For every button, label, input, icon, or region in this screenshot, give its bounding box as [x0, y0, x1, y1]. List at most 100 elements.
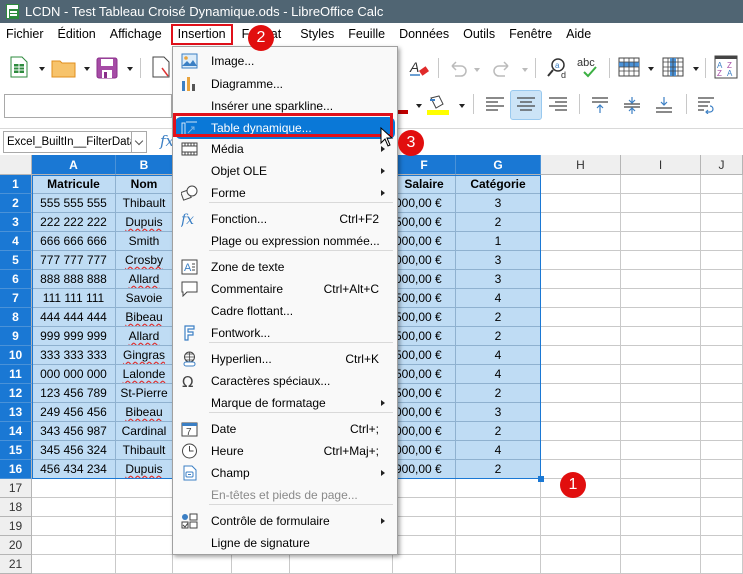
- cell-i19[interactable]: [621, 517, 701, 536]
- menu-item-table-dynamique[interactable]: Table dynamique...: [175, 117, 395, 139]
- cell-b13[interactable]: Bibeau: [116, 403, 173, 422]
- cell-j9[interactable]: [701, 327, 743, 346]
- cell-a12[interactable]: 123 456 789: [32, 384, 116, 403]
- cell-g7[interactable]: 4: [456, 289, 541, 308]
- cell-h3[interactable]: [541, 213, 621, 232]
- align-center-icon[interactable]: [510, 90, 542, 120]
- cell-i11[interactable]: [621, 365, 701, 384]
- cell-j4[interactable]: [701, 232, 743, 251]
- font-name-input[interactable]: [4, 94, 172, 118]
- cell-g21[interactable]: [456, 555, 541, 574]
- cell-h20[interactable]: [541, 536, 621, 555]
- row-header-2[interactable]: 2: [0, 194, 32, 213]
- cell-b7[interactable]: Savoie: [116, 289, 173, 308]
- spellcheck-icon[interactable]: abc: [576, 54, 602, 80]
- menu-item-image[interactable]: Image...: [175, 50, 395, 72]
- menu-aide[interactable]: Aide: [559, 23, 598, 46]
- cell-f12[interactable]: 500,00 €: [393, 384, 456, 403]
- name-box[interactable]: Excel_BuiltIn__FilterData: [3, 131, 147, 153]
- menu-item-marque-de-formatage[interactable]: Marque de formatage: [175, 392, 395, 414]
- undo-icon[interactable]: [447, 58, 469, 78]
- cell-h6[interactable]: [541, 270, 621, 289]
- cell-f3[interactable]: 500,00 €: [393, 213, 456, 232]
- cell-g15[interactable]: 4: [456, 441, 541, 460]
- cell-a8[interactable]: 444 444 444: [32, 308, 116, 327]
- cell-j7[interactable]: [701, 289, 743, 308]
- insert-row-dropdown[interactable]: [648, 67, 654, 71]
- column-header-g[interactable]: G: [456, 155, 541, 175]
- new-spreadsheet-icon[interactable]: [10, 56, 28, 78]
- cell-b17[interactable]: [116, 479, 173, 498]
- cell-b20[interactable]: [116, 536, 173, 555]
- cell-j6[interactable]: [701, 270, 743, 289]
- cell-h18[interactable]: [541, 498, 621, 517]
- cell-b21[interactable]: [116, 555, 173, 574]
- cell-h10[interactable]: [541, 346, 621, 365]
- menu-item-inserer-une-sparkline[interactable]: Insérer une sparkline...: [175, 95, 395, 117]
- menu-outils[interactable]: Outils: [456, 23, 502, 46]
- cell-f14[interactable]: 000,00 €: [393, 422, 456, 441]
- cell-h7[interactable]: [541, 289, 621, 308]
- cell-b9[interactable]: Allard: [116, 327, 173, 346]
- menu-item-fontwork[interactable]: Fontwork...: [175, 322, 395, 344]
- align-bottom-icon[interactable]: [652, 93, 676, 117]
- cell-f4[interactable]: 000,00 €: [393, 232, 456, 251]
- cell-h1[interactable]: [541, 175, 621, 194]
- cell-a19[interactable]: [32, 517, 116, 536]
- row-header-16[interactable]: 16: [0, 460, 32, 479]
- cell-i7[interactable]: [621, 289, 701, 308]
- select-all-corner[interactable]: [0, 155, 32, 175]
- row-header-4[interactable]: 4: [0, 232, 32, 251]
- cell-f6[interactable]: 000,00 €: [393, 270, 456, 289]
- cell-a4[interactable]: 666 666 666: [32, 232, 116, 251]
- menu-item-controle-de-formulaire[interactable]: Contrôle de formulaire: [175, 510, 395, 532]
- cell-g10[interactable]: 4: [456, 346, 541, 365]
- cell-g9[interactable]: 2: [456, 327, 541, 346]
- cell-f10[interactable]: 500,00 €: [393, 346, 456, 365]
- row-header-1[interactable]: 1: [0, 175, 32, 194]
- cell-i6[interactable]: [621, 270, 701, 289]
- column-header-j[interactable]: J: [701, 155, 743, 175]
- save-dropdown[interactable]: [127, 67, 133, 71]
- menu-edition[interactable]: Édition: [51, 23, 103, 46]
- cell-a3[interactable]: 222 222 222: [32, 213, 116, 232]
- row-header-14[interactable]: 14: [0, 422, 32, 441]
- column-header-f[interactable]: F: [393, 155, 456, 175]
- cell-j17[interactable]: [701, 479, 743, 498]
- cell-b15[interactable]: Thibault: [116, 441, 173, 460]
- cell-g5[interactable]: 3: [456, 251, 541, 270]
- cell-a1[interactable]: Matricule: [32, 175, 116, 194]
- cell-i16[interactable]: [621, 460, 701, 479]
- row-header-6[interactable]: 6: [0, 270, 32, 289]
- cell-a17[interactable]: [32, 479, 116, 498]
- cell-f1[interactable]: Salaire: [393, 175, 456, 194]
- menu-item-zone-de-texte[interactable]: A Zone de texte: [175, 256, 395, 278]
- cell-g18[interactable]: [456, 498, 541, 517]
- highlight-color-dropdown[interactable]: [459, 104, 465, 108]
- cell-i18[interactable]: [621, 498, 701, 517]
- cell-g1[interactable]: Catégorie: [456, 175, 541, 194]
- row-header-3[interactable]: 3: [0, 213, 32, 232]
- redo-dropdown[interactable]: [522, 68, 528, 72]
- cell-h11[interactable]: [541, 365, 621, 384]
- cell-g16[interactable]: 2: [456, 460, 541, 479]
- cell-f8[interactable]: 500,00 €: [393, 308, 456, 327]
- menu-item-ligne-de-signature[interactable]: Ligne de signature: [175, 532, 395, 554]
- menu-item-champ[interactable]: Champ: [175, 462, 395, 484]
- column-header-a[interactable]: A: [32, 155, 116, 175]
- cell-j21[interactable]: [701, 555, 743, 574]
- row-header-21[interactable]: 21: [0, 555, 32, 574]
- cell-a11[interactable]: 000 000 000: [32, 365, 116, 384]
- cell-b10[interactable]: Gingras: [116, 346, 173, 365]
- cell-i13[interactable]: [621, 403, 701, 422]
- cell-j8[interactable]: [701, 308, 743, 327]
- cell-a16[interactable]: 456 434 234: [32, 460, 116, 479]
- menu-item-fonction[interactable]: fx Fonction... Ctrl+F2: [175, 208, 395, 230]
- cell-g6[interactable]: 3: [456, 270, 541, 289]
- align-right-icon[interactable]: [546, 93, 570, 117]
- menu-item-hyperlien[interactable]: Hyperlien... Ctrl+K: [175, 348, 395, 370]
- cell-b19[interactable]: [116, 517, 173, 536]
- redo-icon[interactable]: [491, 58, 513, 78]
- cell-h15[interactable]: [541, 441, 621, 460]
- cell-b6[interactable]: Allard: [116, 270, 173, 289]
